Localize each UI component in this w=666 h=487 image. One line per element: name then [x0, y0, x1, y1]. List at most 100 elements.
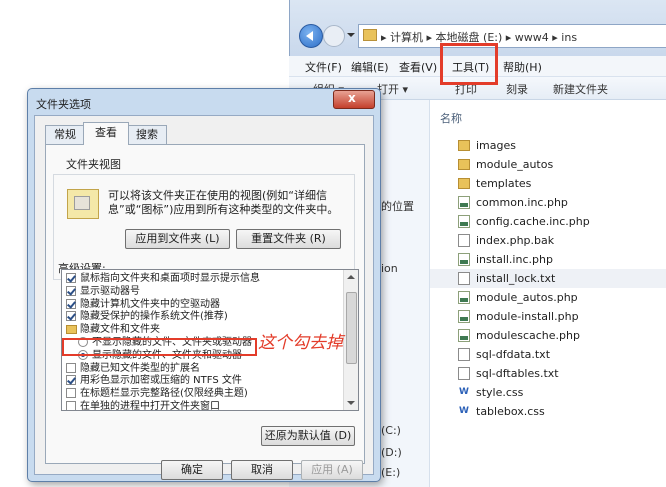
restore-defaults-button[interactable]: 还原为默认值 (D) [261, 426, 355, 446]
folder-icon [66, 325, 77, 335]
scroll-down-icon[interactable] [347, 401, 355, 405]
setting-label: 隐藏文件和文件夹 [80, 324, 160, 336]
file-name: sql-dftables.txt [476, 367, 559, 380]
nav-item[interactable]: ion [381, 262, 398, 275]
php-file-icon [458, 310, 470, 323]
file-row[interactable]: sql-dfdata.txt [430, 345, 666, 364]
checkbox[interactable] [66, 311, 76, 322]
file-row[interactable]: module-install.php [430, 307, 666, 326]
forward-arrow-icon[interactable] [323, 25, 345, 47]
setting-label: 鼠标指向文件夹和桌面项时显示提示信息 [80, 273, 260, 284]
checkbox[interactable] [66, 285, 76, 296]
new-folder-button[interactable]: 新建文件夹 [553, 81, 608, 97]
setting-label: 隐藏已知文件类型的扩展名 [80, 362, 200, 374]
dialog-body: 常规 查看 搜索 文件夹视图 可以将该文件夹正在使用的视图(例如“详细信息”或“… [34, 115, 374, 475]
tools-menu-highlight [440, 43, 498, 85]
file-name: config.cache.inc.php [476, 215, 590, 228]
text-file-icon [458, 348, 470, 361]
file-name: module_autos [476, 158, 554, 171]
setting-row[interactable]: 在单独的进程中打开文件夹窗口 [62, 400, 342, 411]
folder-view-icon [67, 189, 99, 219]
setting-label: 在标题栏显示完整路径(仅限经典主题) [80, 388, 248, 400]
folder-icon [458, 159, 470, 170]
folder-icon [458, 140, 470, 151]
back-arrow-icon[interactable] [299, 24, 323, 48]
address-bar[interactable]: ▸ 计算机 ▸ 本地磁盘 (E:) ▸ www4 ▸ ins [358, 24, 666, 48]
tab-general[interactable]: 常规 [45, 125, 85, 144]
ok-button[interactable]: 确定 [161, 460, 223, 480]
menu-file[interactable]: 文件(F) [305, 59, 342, 75]
open-button[interactable]: 打开 ▾ [377, 81, 408, 97]
file-row[interactable]: index.php.bak [430, 231, 666, 250]
tab-search[interactable]: 搜索 [127, 125, 167, 144]
setting-row[interactable]: 用彩色显示加密或压缩的 NTFS 文件 [62, 374, 342, 387]
menu-edit[interactable]: 编辑(E) [351, 59, 389, 75]
file-row[interactable]: Wtablebox.css [430, 402, 666, 421]
text-file-icon [458, 367, 470, 380]
file-row[interactable]: sql-dftables.txt [430, 364, 666, 383]
setting-row[interactable]: 隐藏计算机文件夹中的空驱动器 [62, 298, 342, 311]
scroll-up-icon[interactable] [347, 275, 355, 279]
file-name: install_lock.txt [476, 272, 556, 285]
setting-row[interactable]: 显示驱动器号 [62, 285, 342, 298]
php-file-icon [458, 196, 470, 209]
setting-row[interactable]: 隐藏受保护的操作系统文件(推荐) [62, 310, 342, 323]
reset-folders-button[interactable]: 重置文件夹 (R) [236, 229, 341, 249]
column-header-name[interactable]: 名称 [440, 110, 462, 126]
checkbox[interactable] [66, 273, 76, 283]
folder-view-description: 可以将该文件夹正在使用的视图(例如“详细信息”或“图标”)应用到所有这种类型的文… [108, 189, 339, 216]
file-row[interactable]: module_autos.php [430, 288, 666, 307]
setting-row[interactable]: 鼠标指向文件夹和桌面项时显示提示信息 [62, 272, 342, 285]
file-name: images [476, 139, 516, 152]
close-button[interactable]: x [333, 90, 375, 109]
setting-label: 用彩色显示加密或压缩的 NTFS 文件 [80, 375, 242, 387]
nav-item[interactable]: 的位置 [381, 198, 414, 214]
checkbox[interactable] [66, 298, 76, 309]
burn-button[interactable]: 刻录 [506, 81, 528, 97]
close-icon: x [348, 91, 356, 105]
setting-row[interactable]: 隐藏已知文件类型的扩展名 [62, 362, 342, 375]
css-file-icon: W [458, 405, 470, 418]
cancel-button[interactable]: 取消 [231, 460, 293, 480]
file-row[interactable]: modulescache.php [430, 326, 666, 345]
php-file-icon [458, 291, 470, 304]
folder-icon [363, 29, 377, 41]
apply-to-folders-button[interactable]: 应用到文件夹 (L) [125, 229, 230, 249]
setting-label: 在单独的进程中打开文件夹窗口 [80, 401, 220, 411]
file-list: 名称 images module_autos templates common.inc… [430, 100, 666, 487]
file-row[interactable]: install.inc.php [430, 250, 666, 269]
menu-view[interactable]: 查看(V) [399, 59, 437, 75]
menu-help[interactable]: 帮助(H) [503, 59, 542, 75]
php-file-icon [458, 329, 470, 342]
file-name: modulescache.php [476, 329, 580, 342]
text-file-icon [458, 272, 470, 285]
file-name: module-install.php [476, 310, 579, 323]
nav-item-drive-c[interactable]: (C:) [381, 424, 401, 437]
checkbox[interactable] [66, 375, 76, 386]
scroll-thumb[interactable] [346, 292, 357, 364]
file-row[interactable]: Wstyle.css [430, 383, 666, 402]
history-dropdown-icon[interactable] [347, 33, 355, 37]
scrollbar[interactable] [343, 270, 358, 410]
nav-item-drive-e[interactable]: (E:) [381, 466, 400, 479]
file-name: templates [476, 177, 532, 190]
file-row[interactable]: templates [430, 174, 666, 193]
file-row[interactable]: install_lock.txt [430, 269, 666, 288]
checkbox[interactable] [66, 388, 76, 399]
file-row[interactable]: images [430, 136, 666, 155]
file-row[interactable]: module_autos [430, 155, 666, 174]
file-name: module_autos.php [476, 291, 578, 304]
apply-button: 应用 (A) [301, 460, 363, 480]
file-row[interactable]: config.cache.inc.php [430, 212, 666, 231]
dialog-title: 文件夹选项 [36, 98, 91, 111]
text-file-icon [458, 234, 470, 247]
checkbox[interactable] [66, 401, 76, 410]
checkbox[interactable] [66, 362, 76, 373]
nav-item-drive-d[interactable]: (D:) [381, 446, 402, 459]
file-name: tablebox.css [476, 405, 545, 418]
php-file-icon [458, 215, 470, 228]
tab-view[interactable]: 查看 [83, 122, 129, 145]
setting-row[interactable]: 在标题栏显示完整路径(仅限经典主题) [62, 387, 342, 400]
file-name: common.inc.php [476, 196, 568, 209]
file-row[interactable]: common.inc.php [430, 193, 666, 212]
